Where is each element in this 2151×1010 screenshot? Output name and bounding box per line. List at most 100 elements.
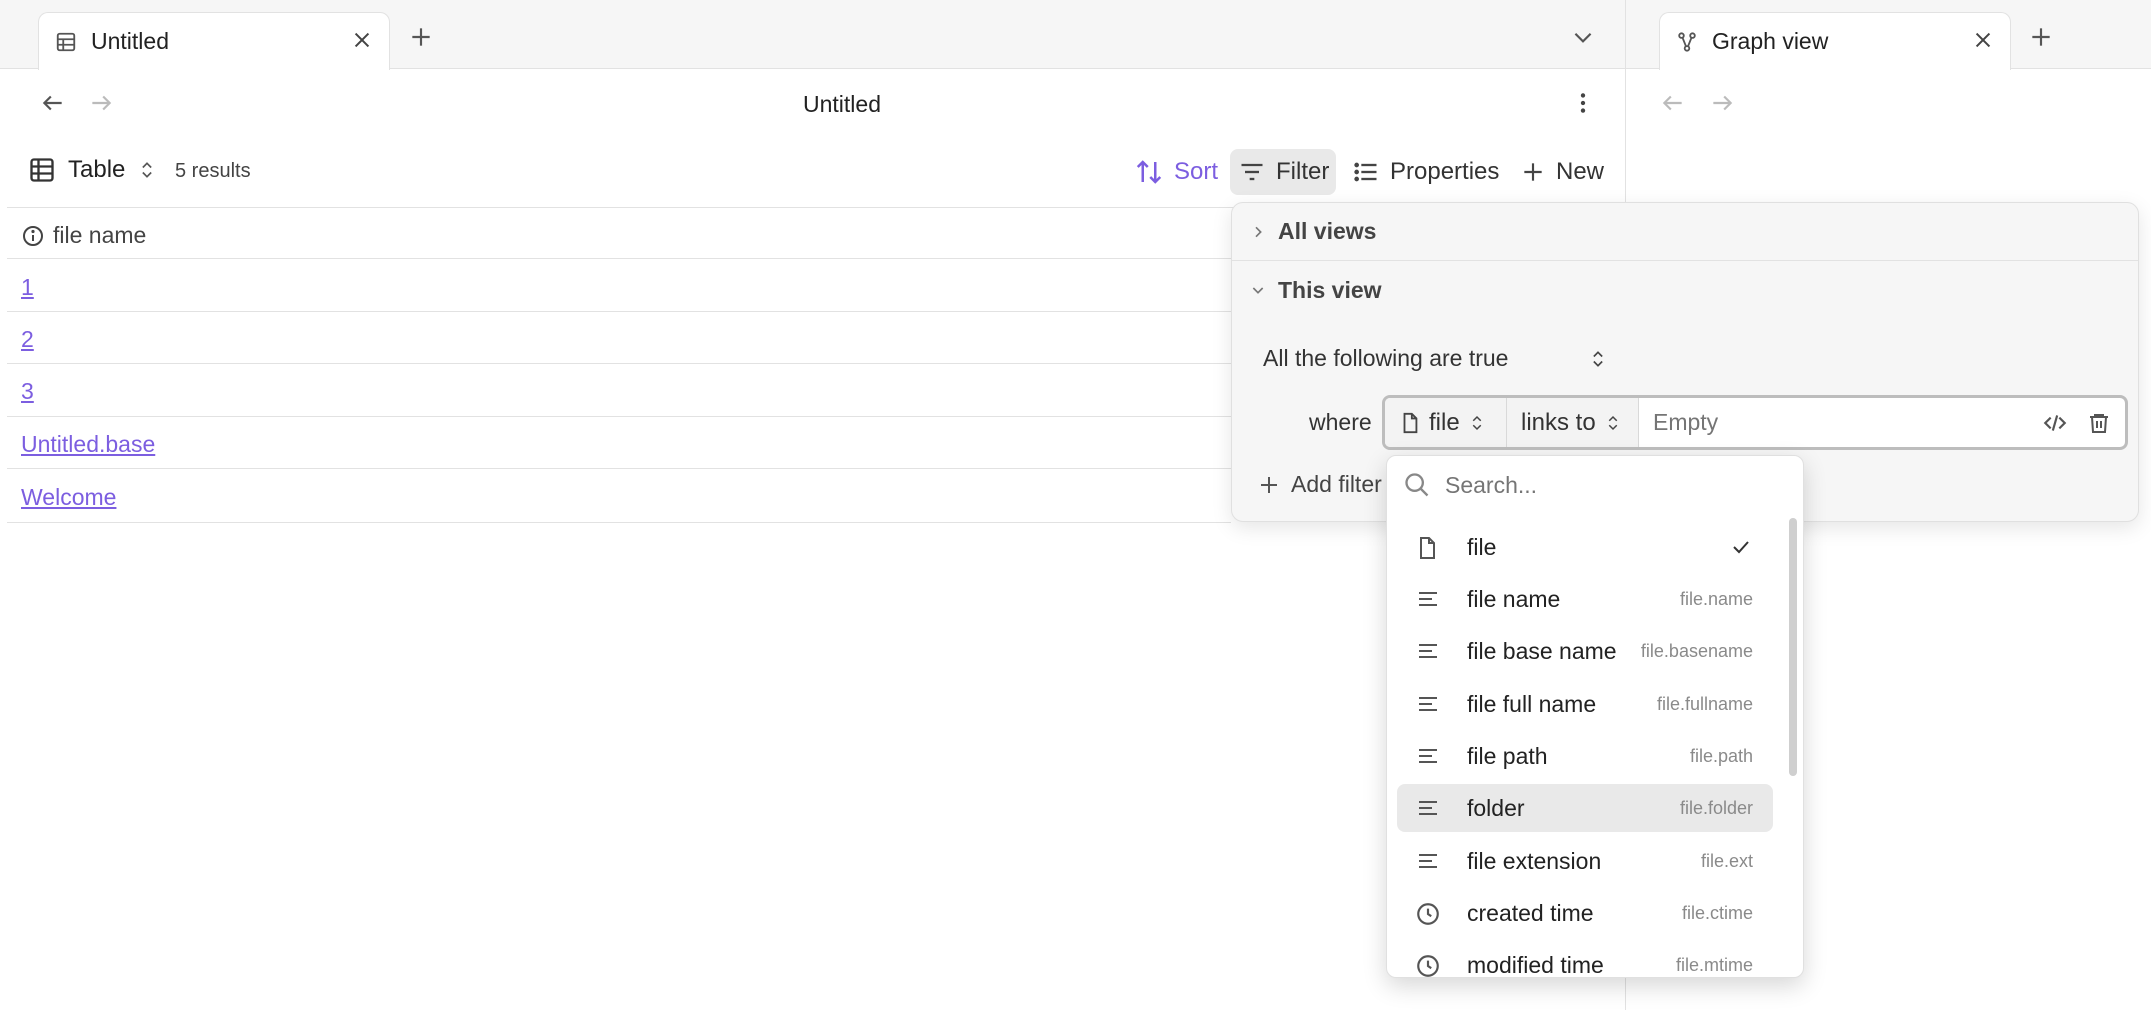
file-icon — [1399, 411, 1421, 435]
filter-button[interactable]: Filter — [1230, 149, 1336, 195]
text-icon — [1415, 639, 1441, 663]
right-tab-strip: Graph view — [1626, 0, 2151, 70]
item-key: file.ext — [1700, 850, 1753, 871]
row-divider — [7, 363, 1231, 364]
all-views-label: All views — [1278, 218, 1377, 244]
graph-icon — [1676, 31, 1698, 53]
table-row[interactable]: 1 — [21, 274, 34, 301]
operator-label: links to — [1521, 408, 1596, 436]
table-row[interactable]: Welcome — [21, 484, 116, 511]
row-divider — [7, 416, 1231, 417]
condition-select[interactable]: All the following are true — [1263, 345, 1608, 372]
close-tab-icon[interactable] — [351, 29, 373, 51]
search-icon — [1403, 471, 1431, 499]
text-icon — [1415, 587, 1441, 611]
sort-icon — [1134, 157, 1164, 187]
dropdown-item-file-full-name[interactable]: file full name file.fullname — [1397, 680, 1773, 728]
table-row[interactable]: 2 — [21, 326, 34, 353]
row-divider — [7, 522, 1231, 523]
text-icon — [1415, 744, 1441, 768]
table-row[interactable]: Untitled.base — [21, 431, 155, 458]
check-icon — [1729, 535, 1753, 559]
item-label: file name — [1467, 585, 1561, 612]
new-tab-icon[interactable] — [408, 24, 434, 50]
item-label: file path — [1467, 742, 1548, 769]
list-icon — [1352, 158, 1380, 186]
row-divider — [7, 468, 1231, 469]
add-filter-button[interactable]: Add filter — [1257, 471, 1382, 498]
properties-label: Properties — [1390, 158, 1500, 185]
text-icon — [1415, 796, 1441, 820]
item-label: file full name — [1467, 690, 1597, 717]
operator-select[interactable]: links to — [1507, 398, 1639, 447]
tab-list-chevron-icon[interactable] — [1570, 24, 1596, 50]
table-icon — [55, 31, 77, 53]
all-views-section[interactable]: All views — [1232, 203, 2138, 261]
dropdown-item-file-base-name[interactable]: file base name file.basename — [1397, 627, 1773, 675]
close-tab-icon[interactable] — [1972, 29, 1994, 51]
plus-icon — [1520, 159, 1546, 185]
property-dropdown: file file name file.name file base name … — [1386, 455, 1804, 978]
properties-button[interactable]: Properties — [1344, 149, 1507, 195]
tab-label: Graph view — [1712, 28, 1829, 54]
view-switcher[interactable]: Table — [28, 156, 157, 184]
up-down-chevron-icon — [137, 159, 157, 181]
column-header-file-name[interactable]: file name — [21, 222, 146, 249]
dropdown-item-file-name[interactable]: file name file.name — [1397, 575, 1773, 623]
item-key: file.folder — [1679, 797, 1753, 818]
property-select[interactable]: file — [1385, 398, 1507, 447]
filter-icon — [1238, 158, 1266, 186]
item-key: file.path — [1689, 745, 1753, 766]
filter-label: Filter — [1276, 158, 1330, 185]
chevron-right-icon — [1250, 224, 1266, 240]
page-title: Untitled — [803, 91, 881, 117]
view-name: Table — [68, 156, 126, 183]
code-icon[interactable] — [2041, 410, 2069, 436]
item-label: file — [1467, 533, 1497, 560]
table-row[interactable]: 3 — [21, 378, 34, 405]
new-label: New — [1556, 158, 1605, 185]
trash-icon[interactable] — [2087, 410, 2111, 436]
tab-graph-view[interactable]: Graph view — [1659, 12, 2011, 70]
text-icon — [1415, 849, 1441, 873]
dropdown-item-created-time[interactable]: created time file.ctime — [1397, 889, 1773, 937]
search-box — [1387, 456, 1803, 514]
search-input[interactable] — [1445, 471, 1765, 499]
row-divider — [7, 258, 1231, 259]
dropdown-item-file[interactable]: file — [1397, 523, 1773, 571]
result-count: 5 results — [175, 160, 251, 182]
sort-button[interactable]: Sort — [1126, 149, 1226, 195]
dropdown-item-file-extension[interactable]: file extension file.ext — [1397, 837, 1773, 885]
row-divider — [7, 311, 1231, 312]
plus-icon — [1257, 473, 1281, 497]
up-down-chevron-icon — [1604, 412, 1622, 434]
left-tab-strip: Untitled — [0, 0, 1626, 70]
dropdown-item-modified-time[interactable]: modified time file.mtime — [1397, 941, 1773, 978]
filter-value-input[interactable] — [1639, 398, 2041, 447]
new-button[interactable]: New — [1512, 149, 1612, 195]
dropdown-item-folder[interactable]: folder file.folder — [1397, 784, 1773, 832]
tab-untitled[interactable]: Untitled — [38, 12, 390, 70]
back-arrow-icon[interactable] — [1660, 90, 1686, 116]
forward-arrow-icon[interactable] — [1709, 90, 1735, 116]
clock-icon — [1415, 901, 1441, 927]
item-label: modified time — [1467, 951, 1604, 978]
add-filter-label: Add filter — [1291, 471, 1382, 497]
this-view-label: This view — [1278, 276, 1382, 303]
filter-rule: file links to — [1382, 395, 2128, 450]
tab-label: Untitled — [91, 28, 169, 54]
item-key: file.mtime — [1675, 954, 1753, 975]
dropdown-item-file-path[interactable]: file path file.path — [1397, 732, 1773, 780]
item-label: created time — [1467, 899, 1594, 926]
item-key: file.basename — [1640, 640, 1753, 661]
dropdown-scrollbar[interactable] — [1789, 518, 1797, 776]
table-icon — [28, 156, 56, 184]
this-view-section[interactable]: This view — [1232, 261, 2138, 319]
where-label: where — [1309, 409, 1372, 435]
clock-icon — [1415, 953, 1441, 977]
more-options-icon[interactable] — [1570, 90, 1596, 116]
info-icon — [21, 224, 45, 248]
new-tab-icon[interactable] — [2028, 24, 2054, 50]
file-icon — [1415, 535, 1439, 561]
text-icon — [1415, 692, 1441, 716]
